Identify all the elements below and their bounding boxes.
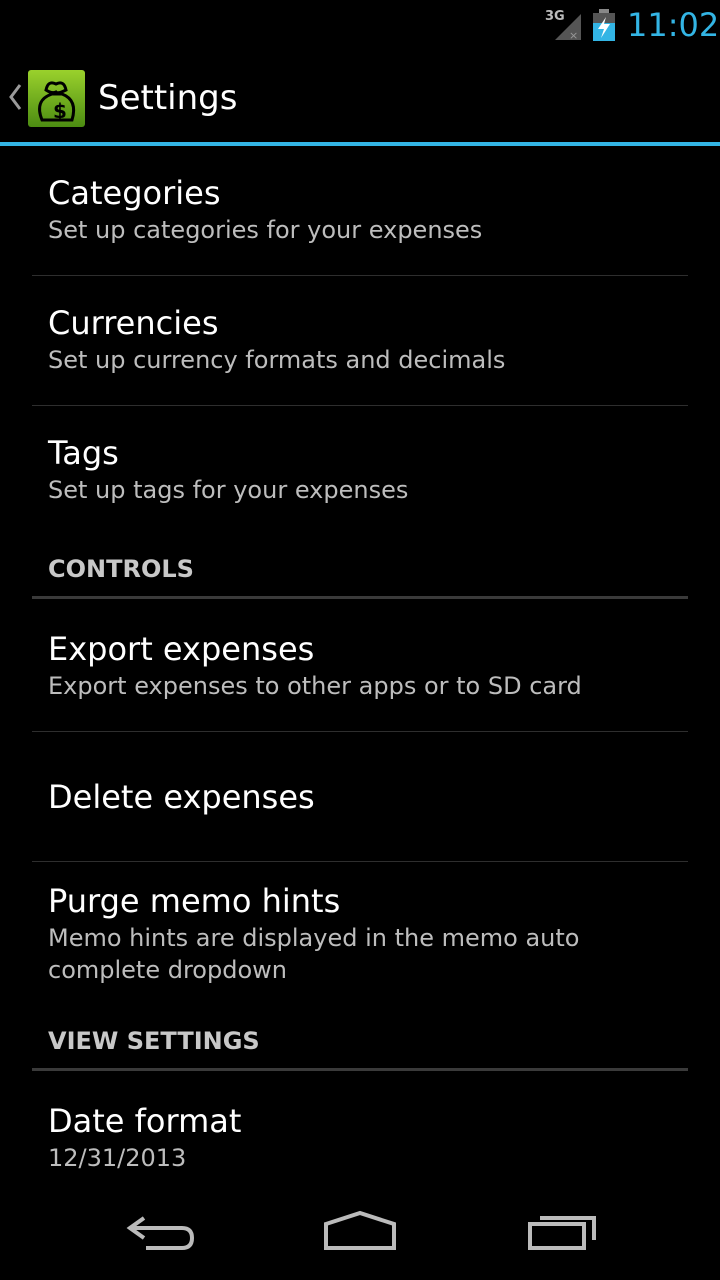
action-bar-underline	[0, 142, 720, 146]
pref-delete-expenses[interactable]: Delete expenses	[48, 776, 315, 818]
pref-title: Categories	[48, 174, 221, 212]
pref-title: Purge memo hints	[48, 882, 341, 920]
back-icon[interactable]	[124, 1208, 196, 1252]
section-divider	[32, 1068, 688, 1071]
network-type-label: 3G	[545, 9, 565, 24]
battery-charging-icon	[593, 9, 615, 41]
action-bar[interactable]: $ Settings	[0, 50, 720, 144]
pref-categories[interactable]: Categories Set up categories for your ex…	[48, 172, 482, 246]
pref-currencies[interactable]: Currencies Set up currency formats and d…	[48, 302, 505, 376]
divider	[32, 405, 688, 406]
chevron-left-icon[interactable]	[7, 82, 23, 112]
clock: 11:02	[627, 6, 720, 44]
pref-date-format[interactable]: Date format 12/31/2013	[48, 1100, 241, 1174]
divider	[32, 275, 688, 276]
pref-purge-memo-hints[interactable]: Purge memo hints Memo hints are displaye…	[48, 880, 579, 986]
navigation-bar	[0, 1186, 720, 1280]
svg-text:$: $	[53, 99, 67, 123]
pref-title: Delete expenses	[48, 778, 315, 816]
pref-title: Currencies	[48, 304, 219, 342]
pref-summary: Export expenses to other apps or to SD c…	[48, 672, 582, 700]
pref-summary-line-1: Memo hints are displayed in the memo aut…	[48, 924, 580, 952]
pref-summary: 12/31/2013	[48, 1144, 187, 1172]
pref-export-expenses[interactable]: Export expenses Export expenses to other…	[48, 628, 582, 702]
pref-title: Export expenses	[48, 630, 315, 668]
pref-summary: Set up tags for your expenses	[48, 476, 409, 504]
pref-summary: Set up currency formats and decimals	[48, 346, 506, 374]
recent-apps-icon[interactable]	[526, 1208, 598, 1252]
pref-tags[interactable]: Tags Set up tags for your expenses	[48, 432, 408, 506]
page-title: Settings	[98, 78, 238, 118]
status-bar: × 3G 11:02	[0, 0, 720, 50]
divider	[32, 731, 688, 732]
money-bag-icon[interactable]: $	[28, 70, 85, 127]
section-divider	[32, 596, 688, 599]
section-header-view-settings: VIEW SETTINGS	[48, 1027, 260, 1055]
divider	[32, 861, 688, 862]
pref-summary: Set up categories for your expenses	[48, 216, 483, 244]
section-header-controls: CONTROLS	[48, 555, 194, 583]
pref-summary-line-2: complete dropdown	[48, 956, 287, 984]
pref-title: Tags	[48, 434, 119, 472]
svg-text:×: ×	[569, 29, 578, 42]
screen: × 3G 11:02 $ Settings Categories Set up …	[0, 0, 720, 1280]
pref-title: Date format	[48, 1102, 242, 1140]
home-icon[interactable]	[322, 1208, 398, 1252]
